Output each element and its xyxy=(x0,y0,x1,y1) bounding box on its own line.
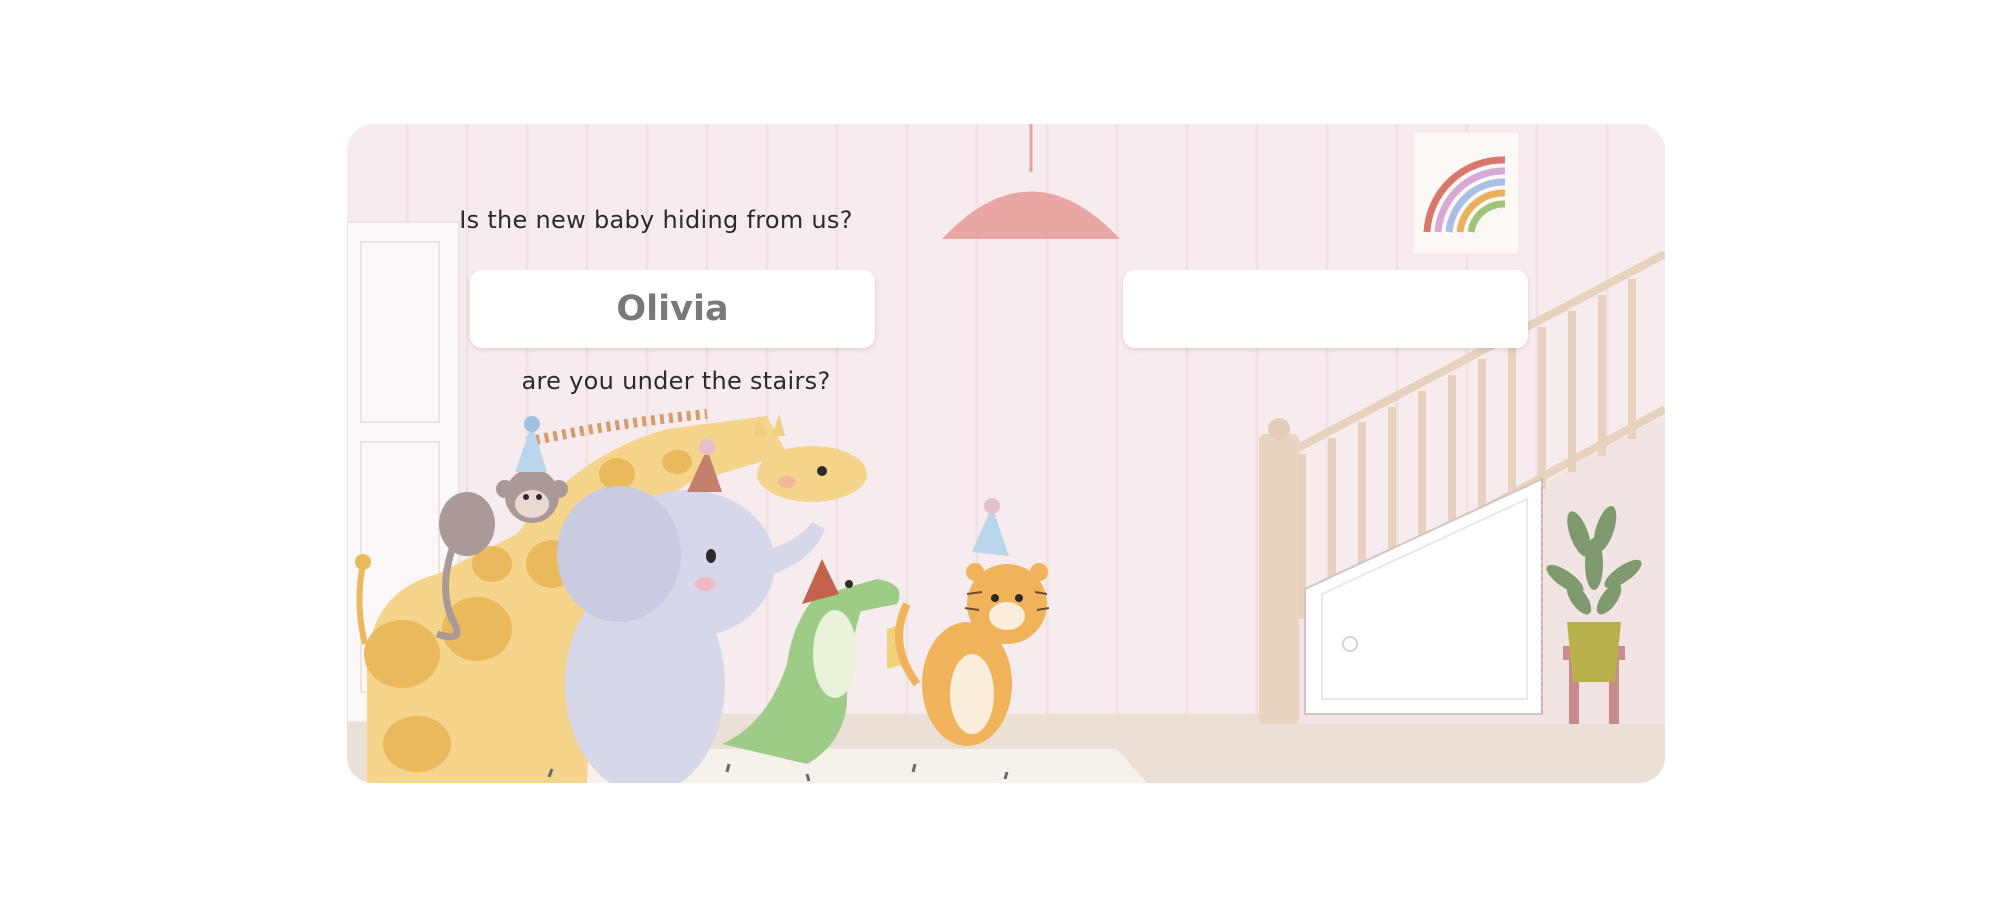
story-line-bottom: are you under the stairs? xyxy=(521,367,831,395)
book-page: Is the new baby hiding from us? Olivia a… xyxy=(347,124,1665,783)
child-name-field[interactable]: Olivia xyxy=(470,270,875,348)
tiger-icon xyxy=(895,498,1050,746)
rainbow-picture-icon xyxy=(1412,131,1520,255)
story-line-top: Is the new baby hiding from us? xyxy=(459,206,853,234)
second-name-field[interactable] xyxy=(1123,270,1528,348)
lamp-icon xyxy=(942,124,1120,239)
